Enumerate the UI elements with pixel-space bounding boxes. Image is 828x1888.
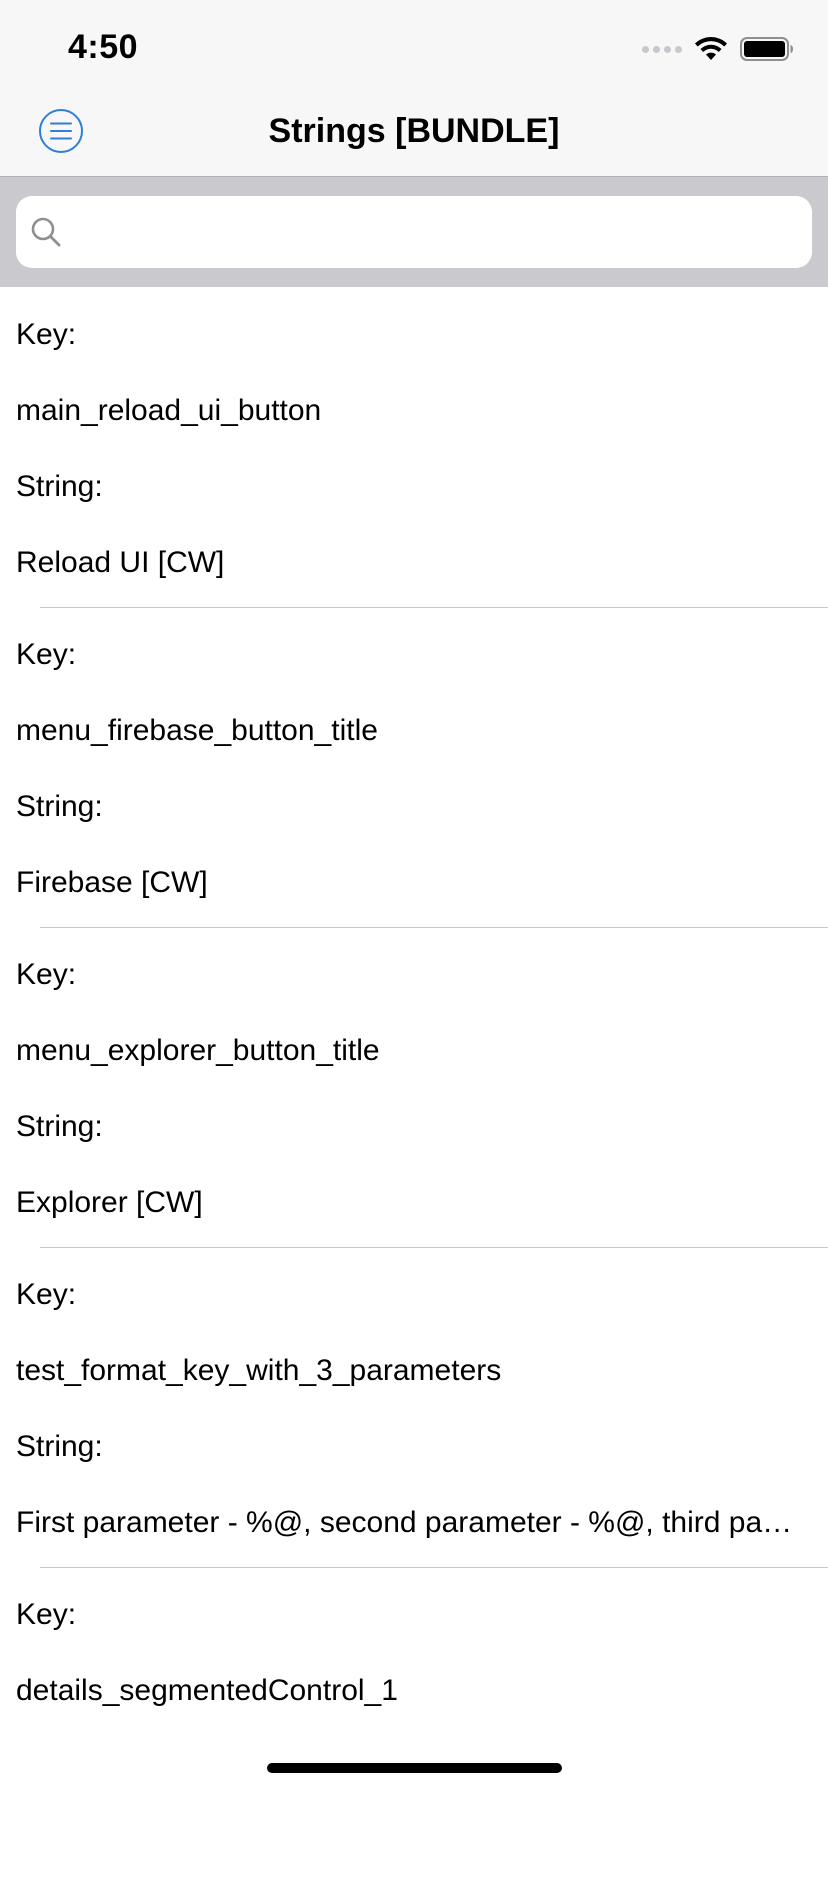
search-bar	[0, 177, 828, 287]
battery-icon	[740, 37, 793, 61]
list-item[interactable]: Key: test_format_key_with_3_parameters S…	[0, 1248, 828, 1568]
cellular-signal-icon	[642, 45, 682, 53]
key-label: Key:	[16, 1598, 77, 1631]
key-label: Key:	[16, 958, 77, 991]
search-input[interactable]	[74, 196, 800, 268]
search-field[interactable]	[16, 196, 812, 268]
key-value: test_format_key_with_3_parameters	[16, 1354, 502, 1387]
key-value: menu_explorer_button_title	[16, 1034, 380, 1067]
key-label: Key:	[16, 318, 77, 351]
string-label: String:	[16, 470, 103, 503]
list-item[interactable]: Key: main_reload_ui_button String: Reloa…	[0, 288, 828, 608]
list-item[interactable]: Key: details_segmentedControl_1	[0, 1568, 828, 1888]
navigation-bar: Strings [BUNDLE]	[0, 88, 828, 177]
string-value: Explorer [CW]	[16, 1186, 203, 1219]
status-icons	[642, 36, 794, 62]
strings-list: Key: main_reload_ui_button String: Reloa…	[0, 288, 828, 1888]
key-label: Key:	[16, 1278, 77, 1311]
key-label: Key:	[16, 638, 77, 671]
list-item[interactable]: Key: menu_explorer_button_title String: …	[0, 928, 828, 1248]
string-value: Reload UI [CW]	[16, 546, 225, 579]
search-icon	[31, 217, 61, 247]
key-value: details_segmentedControl_1	[16, 1674, 398, 1707]
string-label: String:	[16, 790, 103, 823]
wifi-icon	[695, 37, 727, 60]
string-value: Firebase [CW]	[16, 866, 208, 899]
string-value: First parameter - %@, second parameter -…	[16, 1506, 800, 1539]
home-indicator[interactable]	[267, 1763, 562, 1773]
string-label: String:	[16, 1110, 103, 1143]
string-label: String:	[16, 1430, 103, 1463]
status-bar: 4:50	[0, 0, 828, 88]
status-time: 4:50	[68, 28, 139, 66]
key-value: menu_firebase_button_title	[16, 714, 378, 747]
list-item[interactable]: Key: menu_firebase_button_title String: …	[0, 608, 828, 928]
page-title: Strings [BUNDLE]	[268, 112, 560, 150]
key-value: main_reload_ui_button	[16, 394, 322, 427]
